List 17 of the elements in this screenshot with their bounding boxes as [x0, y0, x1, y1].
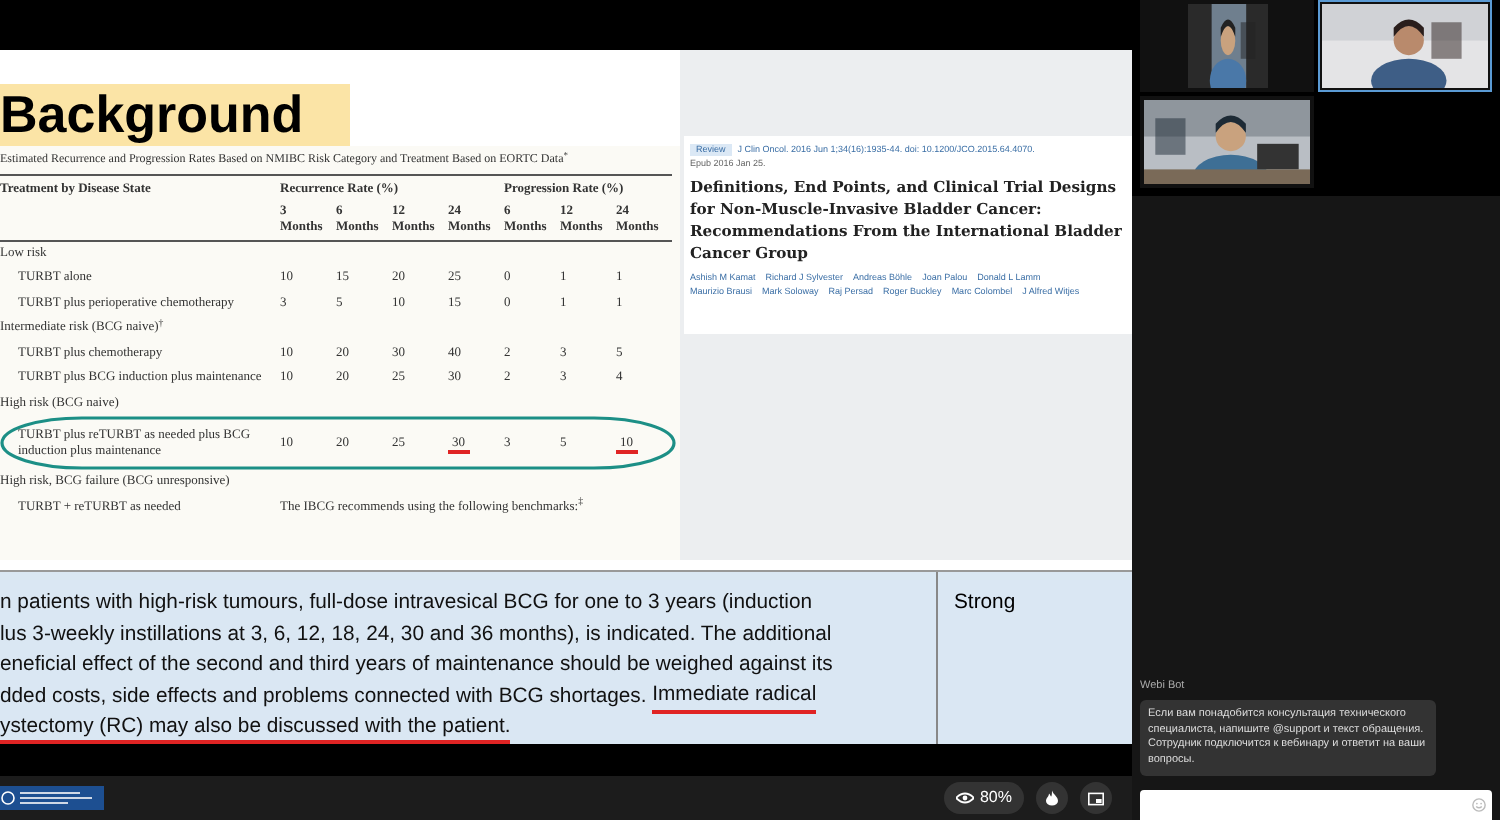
recommendation-text: ystectomy (RC) may also be discussed with the patient.: [0, 714, 511, 744]
viewers-percent: 80%: [979, 786, 1012, 810]
recommendation-text: lus 3-weekly instillations at 3, 6, 12, 18, 24, 30 and 36 months), is indicated. The additional: [0, 621, 832, 650]
pip-button[interactable]: [1080, 782, 1112, 814]
eye-icon: [955, 792, 974, 804]
recommendation-text: dded costs, side effects and problems connected with BCG shortages.: [0, 684, 649, 713]
flame-button[interactable]: [1036, 782, 1068, 814]
chat-input[interactable]: [1140, 790, 1492, 820]
recommendation-text: n patients with high-risk tumours, full-dose intravesical BCG for one to 3 years (induction: [0, 589, 812, 618]
recommendation-text: eneficial effect of the second and third years of maintenance should be weighed against its: [0, 652, 833, 681]
recommendation-text: Immediate radical: [652, 682, 817, 714]
logo: [0, 786, 104, 810]
slide-title: Background: [0, 84, 350, 146]
video-tile[interactable]: [1140, 0, 1314, 92]
picture-in-picture-icon: [1088, 791, 1104, 805]
flame-icon: [1046, 790, 1058, 806]
strength-label: Strong: [954, 591, 1016, 614]
